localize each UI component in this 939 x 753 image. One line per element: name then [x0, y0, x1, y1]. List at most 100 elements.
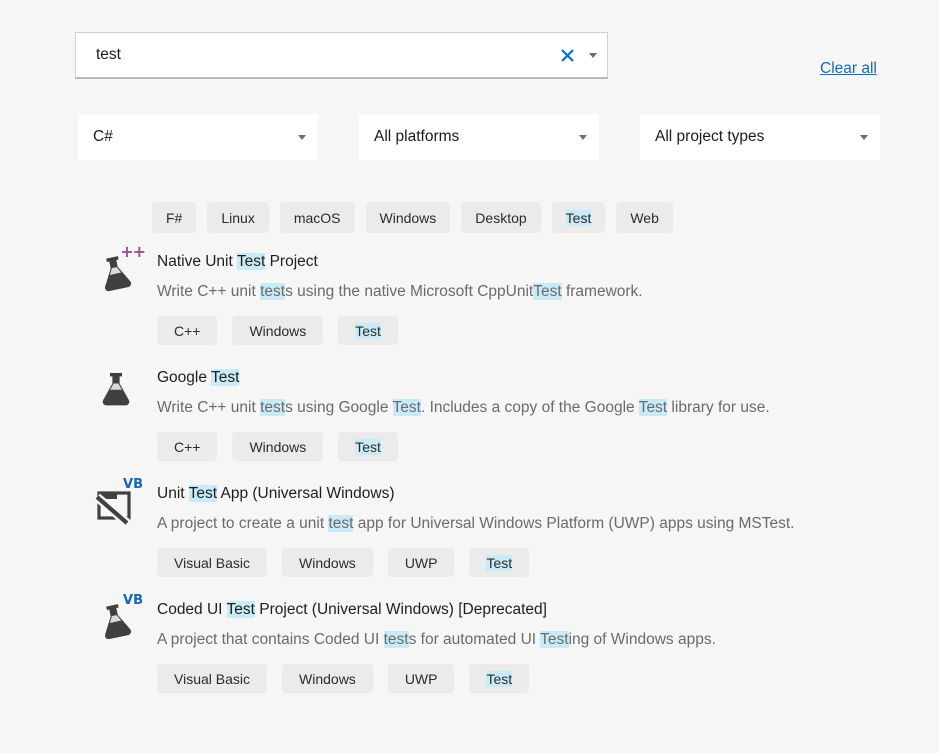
text-segment: Desktop	[475, 210, 526, 226]
search-match-highlight: test	[384, 631, 409, 648]
text-segment: Write C++ unit	[157, 283, 260, 300]
search-match-highlight: Test	[355, 439, 381, 455]
text-segment: . Includes a copy of the Google	[421, 399, 639, 416]
template-tags: C++ Windows Test	[157, 432, 905, 461]
tag-pill[interactable]: Linux	[207, 202, 268, 233]
tag-pill[interactable]: Windows	[366, 202, 451, 233]
text-segment: Project	[265, 253, 318, 270]
tag-pill[interactable]: C++	[157, 316, 217, 345]
template-title: Native Unit Test Project	[157, 251, 905, 273]
text-segment: Windows	[249, 323, 306, 339]
search-match-highlight: Test	[533, 283, 561, 300]
search-match-highlight: Test	[486, 555, 512, 571]
text-segment: Google	[157, 369, 211, 386]
flask-icon	[95, 368, 137, 412]
template-list: ++ Native Unit Test Project Write C++ un…	[95, 250, 905, 714]
search-match-highlight: Test	[540, 631, 568, 648]
search-match-highlight: Test	[566, 210, 592, 226]
text-segment: C++	[174, 439, 200, 455]
text-segment: library for use.	[667, 399, 770, 416]
text-segment: s for automated UI	[409, 631, 541, 648]
text-segment: UWP	[405, 555, 438, 571]
text-segment: Windows	[380, 210, 437, 226]
search-match-highlight: Test	[237, 253, 265, 270]
tag-pill[interactable]: Windows	[232, 316, 323, 345]
text-segment: macOS	[294, 210, 341, 226]
template-title: Unit Test App (Universal Windows)	[157, 483, 905, 505]
tag-pill[interactable]: Windows	[232, 432, 323, 461]
tag-pill[interactable]: Web	[616, 202, 673, 233]
text-segment: UWP	[405, 671, 438, 687]
filter-dropdown-1[interactable]: All platforms	[359, 114, 599, 160]
search-match-highlight: Test	[639, 399, 667, 416]
text-segment: Coded UI	[157, 601, 227, 618]
tag-pill[interactable]: Test	[338, 432, 398, 461]
tag-pill[interactable]: Test	[469, 664, 529, 693]
filter-selected-value: All platforms	[359, 128, 579, 146]
tag-pill[interactable]: Windows	[282, 664, 373, 693]
tag-pill[interactable]: UWP	[388, 664, 455, 693]
template-description: A project that contains Coded UI tests f…	[157, 629, 905, 651]
text-segment: Windows	[299, 555, 356, 571]
text-segment: C++	[174, 323, 200, 339]
template-icon: ++	[95, 250, 141, 298]
text-segment: Visual Basic	[174, 555, 250, 571]
text-segment: Linux	[221, 210, 254, 226]
text-segment: s using Google	[285, 399, 392, 416]
text-segment: Write C++ unit	[157, 399, 260, 416]
template-description: Write C++ unit tests using the native Mi…	[157, 281, 905, 303]
search-match-highlight: Test	[486, 671, 512, 687]
text-segment: A project to create a unit	[157, 515, 328, 532]
text-segment: F#	[166, 210, 182, 226]
template-list-item[interactable]: VB Coded UI Test Project (Universal Wind…	[95, 598, 905, 693]
search-box[interactable]: test	[75, 32, 608, 79]
template-icon: VB	[95, 482, 141, 530]
template-list-item[interactable]: Google Test Write C++ unit tests using G…	[95, 366, 905, 461]
text-segment: A project that contains Coded UI	[157, 631, 384, 648]
text-segment: framework.	[562, 283, 643, 300]
text-segment: Windows	[249, 439, 306, 455]
template-title: Google Test	[157, 367, 905, 389]
search-match-highlight: test	[260, 283, 285, 300]
search-match-highlight: Test	[355, 323, 381, 339]
search-input[interactable]: test	[76, 46, 559, 64]
tag-pill[interactable]: Test	[338, 316, 398, 345]
x-glyph	[560, 48, 575, 63]
text-segment: Native Unit	[157, 253, 237, 270]
chevron-down-icon	[579, 135, 587, 140]
vb-language-badge: VB	[123, 478, 143, 491]
text-segment: Web	[630, 210, 659, 226]
search-match-highlight: Test	[227, 601, 255, 618]
search-match-highlight: Test	[189, 485, 217, 502]
tag-pill[interactable]: UWP	[388, 548, 455, 577]
tag-pill[interactable]: Test	[552, 202, 606, 233]
search-match-highlight: Test	[211, 369, 239, 386]
clear-search-icon[interactable]	[559, 47, 575, 63]
tag-pill[interactable]: Windows	[282, 548, 373, 577]
filter-selected-value: C#	[78, 128, 298, 146]
text-segment: app for Universal Windows Platform (UWP)…	[353, 515, 794, 532]
cpp-plusplus-badge: ++	[120, 244, 145, 260]
tag-pill[interactable]: F#	[152, 202, 196, 233]
tag-pill[interactable]: Visual Basic	[157, 664, 267, 693]
filter-row: C# All platforms All project types	[78, 114, 880, 160]
tag-pill[interactable]: Test	[469, 548, 529, 577]
clear-all-link[interactable]: Clear all	[820, 60, 877, 78]
filter-dropdown-0[interactable]: C#	[78, 114, 318, 160]
template-list-item[interactable]: VB Unit Test App (Universal Windows) A p…	[95, 482, 905, 577]
tag-pill[interactable]: Visual Basic	[157, 548, 267, 577]
text-segment: ing of Windows apps.	[569, 631, 716, 648]
tag-pill[interactable]: Desktop	[461, 202, 540, 233]
template-icon	[95, 366, 141, 414]
template-title: Coded UI Test Project (Universal Windows…	[157, 599, 905, 621]
text-segment: App (Universal Windows)	[217, 485, 394, 502]
template-tags: Visual Basic Windows UWP Test	[157, 664, 905, 693]
search-history-caret-icon[interactable]	[589, 53, 597, 58]
tag-pill[interactable]: macOS	[280, 202, 355, 233]
template-list-item[interactable]: ++ Native Unit Test Project Write C++ un…	[95, 250, 905, 345]
filter-dropdown-2[interactable]: All project types	[640, 114, 880, 160]
tag-pill[interactable]: C++	[157, 432, 217, 461]
search-match-highlight: test	[328, 515, 353, 532]
tag-filter-bar: F# Linux macOS Windows Desktop Test Web	[152, 202, 673, 233]
chevron-down-icon	[298, 135, 306, 140]
